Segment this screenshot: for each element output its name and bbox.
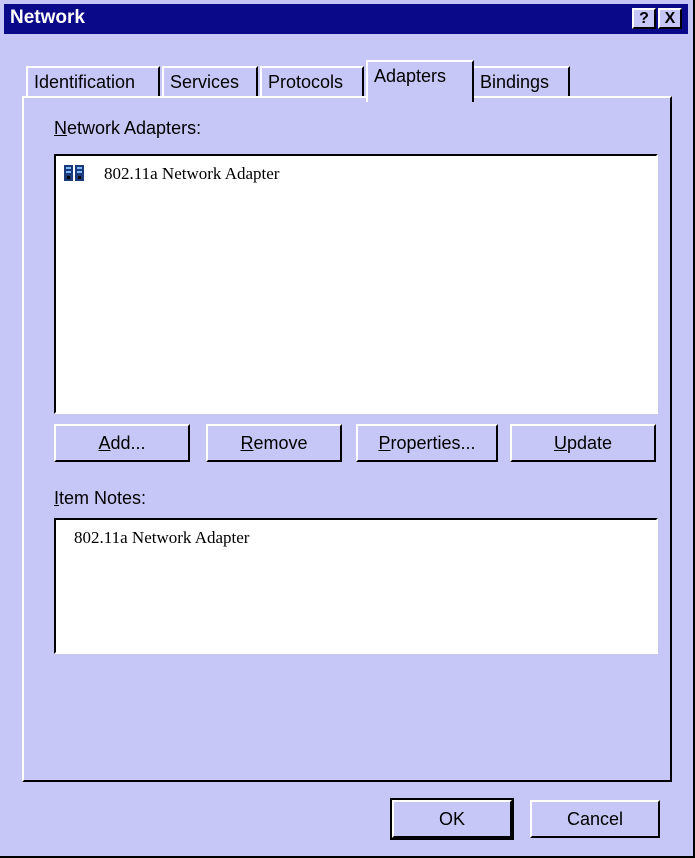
network-adapter-icon xyxy=(64,165,84,181)
tab-label: Bindings xyxy=(480,72,550,92)
network-adapters-label: Network Adapters: xyxy=(54,118,202,138)
adapter-name: 802.11a Network Adapter xyxy=(104,164,280,183)
close-button[interactable]: X xyxy=(658,8,682,29)
close-icon: X xyxy=(664,10,676,27)
cancel-label: Cancel xyxy=(566,809,624,829)
item-notes-label: Item Notes: xyxy=(54,488,147,508)
tab-label: Protocols xyxy=(268,72,344,92)
tab-services[interactable]: Services xyxy=(162,66,258,98)
network-adapters-list[interactable]: 802.11a Network Adapter xyxy=(54,154,658,414)
tab-protocols[interactable]: Protocols xyxy=(260,66,364,98)
item-notes-text: 802.11a Network Adapter xyxy=(74,528,250,547)
tab-label: Identification xyxy=(34,72,136,92)
remove-button[interactable]: Remove xyxy=(206,424,342,462)
title-bar[interactable]: Network ? X xyxy=(4,4,688,34)
list-item[interactable]: 802.11a Network Adapter xyxy=(56,156,656,190)
tab-identification[interactable]: Identification xyxy=(26,66,160,98)
update-button[interactable]: Update xyxy=(510,424,656,462)
item-notes-box: 802.11a Network Adapter xyxy=(54,518,658,654)
adapters-panel: Network Adapters: 802.11a Network Adapte… xyxy=(22,96,672,782)
tab-bindings[interactable]: Bindings xyxy=(472,66,570,98)
help-icon: ? xyxy=(639,10,649,27)
tab-label: Adapters xyxy=(374,66,447,86)
tab-label: Services xyxy=(170,72,240,92)
tab-adapters[interactable]: Adapters xyxy=(366,60,474,102)
ok-button[interactable]: OK xyxy=(390,798,514,840)
ok-label: OK xyxy=(438,809,465,829)
add-button[interactable]: Add... xyxy=(54,424,190,462)
cancel-button[interactable]: Cancel xyxy=(530,800,660,838)
window-title: Network xyxy=(10,7,85,28)
help-button[interactable]: ? xyxy=(632,8,656,29)
properties-button[interactable]: Properties... xyxy=(356,424,498,462)
network-dialog: Network ? X Identification Services Prot… xyxy=(0,0,695,858)
